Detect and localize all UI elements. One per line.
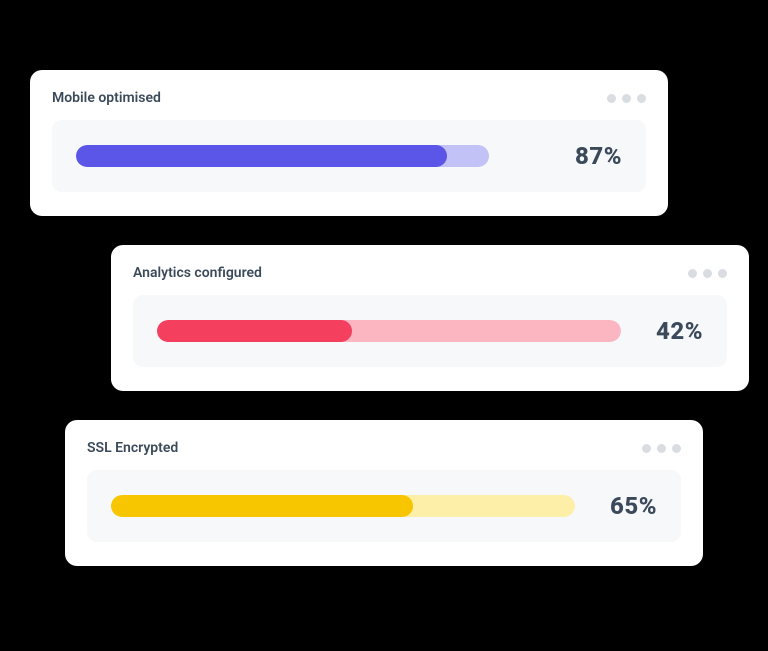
progress-bar xyxy=(157,320,621,342)
window-dots-icon xyxy=(688,269,727,278)
card-header: Mobile optimised xyxy=(52,90,646,106)
dot-icon xyxy=(688,269,697,278)
progress-fill xyxy=(76,145,447,167)
dot-icon xyxy=(637,94,646,103)
progress-fill xyxy=(111,495,413,517)
dot-icon xyxy=(718,269,727,278)
card-body: 42% xyxy=(133,295,727,367)
card-header: Analytics configured xyxy=(133,265,727,281)
metric-card-ssl-encrypted: SSL Encrypted 65% xyxy=(65,420,703,566)
window-dots-icon xyxy=(642,444,681,453)
window-dots-icon xyxy=(607,94,646,103)
dot-icon xyxy=(607,94,616,103)
progress-bar xyxy=(76,145,540,167)
dot-icon xyxy=(642,444,651,453)
card-title: SSL Encrypted xyxy=(87,440,178,456)
dot-icon xyxy=(622,94,631,103)
dot-icon xyxy=(703,269,712,278)
card-title: Analytics configured xyxy=(133,265,262,281)
percent-value: 42% xyxy=(641,317,703,345)
progress-bar xyxy=(111,495,575,517)
metric-card-mobile-optimised: Mobile optimised 87% xyxy=(30,70,668,216)
percent-value: 65% xyxy=(595,492,657,520)
progress-fill xyxy=(157,320,352,342)
metric-card-analytics-configured: Analytics configured 42% xyxy=(111,245,749,391)
dot-icon xyxy=(657,444,666,453)
card-body: 87% xyxy=(52,120,646,192)
card-title: Mobile optimised xyxy=(52,90,161,106)
percent-value: 87% xyxy=(560,142,622,170)
card-body: 65% xyxy=(87,470,681,542)
card-header: SSL Encrypted xyxy=(87,440,681,456)
dot-icon xyxy=(672,444,681,453)
